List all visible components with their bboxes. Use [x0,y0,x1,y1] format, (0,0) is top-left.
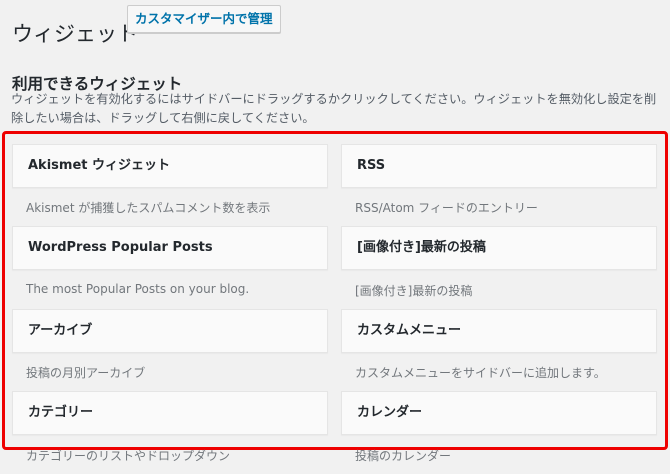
widget-title: カテゴリー [28,405,94,420]
widget-title: カレンダー [357,405,423,420]
widget-wordpress-popular-posts[interactable]: WordPress Popular Posts [12,226,328,270]
widget-categories[interactable]: カテゴリー [12,391,328,435]
widget-description: 投稿の月別アーカイブ [26,366,146,380]
widget-description: [画像付き]最新の投稿 [355,284,473,298]
widget-archives[interactable]: アーカイブ [12,309,328,353]
widget-title: WordPress Popular Posts [28,240,213,255]
widget-description: Akismet が捕獲したスパムコメント数を表示 [26,201,271,215]
widget-description: The most Popular Posts on your blog. [26,282,250,296]
widget-description: カテゴリーのリストやドロップダウン [26,449,231,463]
available-widgets-description: ウィジェットを有効化するにはサイドバーにドラッグするかクリックしてください。ウィ… [11,92,657,125]
widget-title: カスタムメニュー [357,323,462,338]
widget-description: カスタムメニューをサイドバーに追加します。 [355,366,606,380]
manage-in-customizer-button[interactable]: カスタマイザー内で管理 [127,5,281,33]
widget-rss[interactable]: RSS [341,144,657,188]
widget-akismet[interactable]: Akismet ウィジェット [12,144,328,188]
widget-description: RSS/Atom フィードのエントリー [355,201,538,215]
widget-title: RSS [357,158,386,173]
widget-title: アーカイブ [28,323,93,338]
widget-title: Akismet ウィジェット [28,158,171,173]
widget-description: 投稿のカレンダー [355,449,452,463]
widget-recent-posts-with-images[interactable]: [画像付き]最新の投稿 [341,226,657,270]
widget-title: [画像付き]最新の投稿 [357,240,486,255]
page-title: ウィジェット [12,22,138,47]
widget-calendar[interactable]: カレンダー [341,391,657,435]
widget-custom-menu[interactable]: カスタムメニュー [341,309,657,353]
